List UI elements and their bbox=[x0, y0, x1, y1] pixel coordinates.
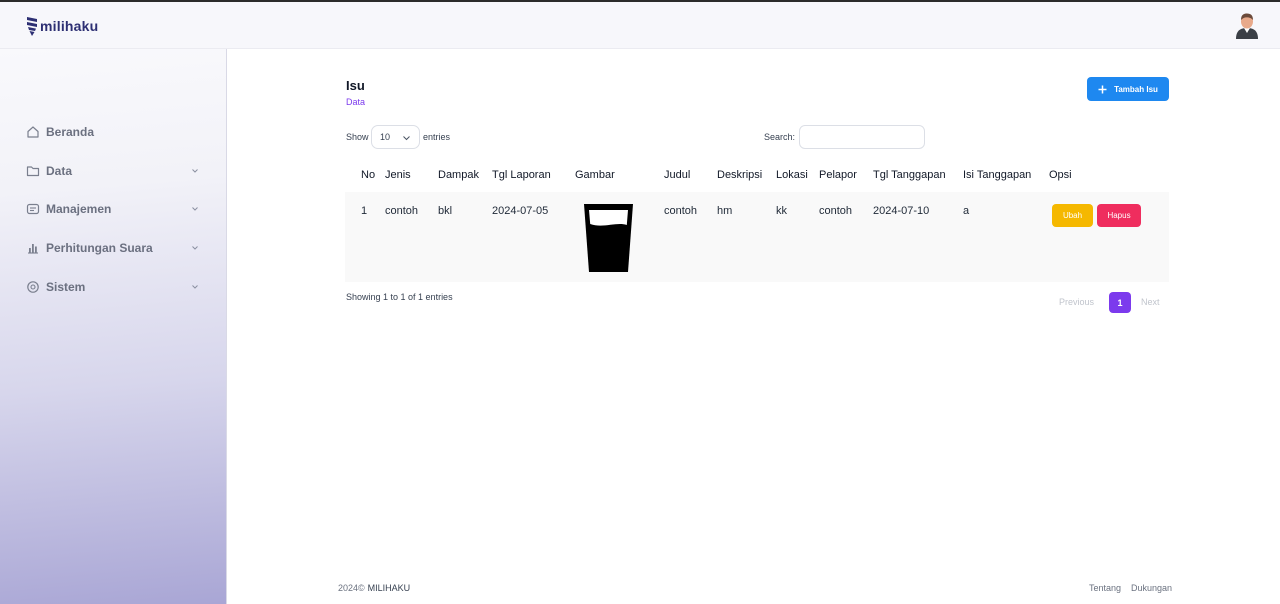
cell-tgl-laporan: 2024-07-05 bbox=[492, 205, 549, 217]
column-header[interactable]: Tgl Tanggapan bbox=[873, 169, 946, 181]
sidebar-item-beranda[interactable]: Beranda bbox=[26, 122, 206, 142]
top-navbar: milihaku bbox=[0, 2, 1280, 49]
delete-button[interactable]: Hapus bbox=[1097, 204, 1141, 227]
brand-logo[interactable]: milihaku bbox=[27, 14, 98, 38]
footer-link-dukungan[interactable]: Dukungan bbox=[1131, 583, 1172, 593]
column-header[interactable]: Gambar bbox=[575, 169, 615, 181]
chevron-down-icon bbox=[192, 169, 198, 173]
footer-copyright: 2024© MILIHAKU bbox=[338, 583, 410, 593]
sidebar-item-label: Perhitungan Suara bbox=[46, 241, 153, 255]
column-header[interactable]: Dampak bbox=[438, 169, 479, 181]
table-row-background bbox=[345, 192, 1169, 282]
pagination-next[interactable]: Next bbox=[1141, 297, 1160, 307]
chevron-down-icon bbox=[192, 285, 198, 289]
sidebar-item-label: Beranda bbox=[46, 125, 95, 139]
id-card-icon bbox=[26, 202, 40, 216]
column-header[interactable]: No bbox=[361, 169, 375, 181]
bar-chart-icon bbox=[26, 241, 40, 255]
entries-label: entries bbox=[423, 132, 451, 142]
cell-lokasi: kk bbox=[776, 205, 787, 217]
plus-icon bbox=[1098, 85, 1107, 93]
folder-icon bbox=[26, 164, 40, 178]
footer-link-tentang[interactable]: Tentang bbox=[1089, 583, 1121, 593]
page-title: Isu bbox=[346, 78, 365, 93]
chevron-down-icon bbox=[192, 246, 198, 250]
home-icon bbox=[26, 125, 40, 139]
column-header[interactable]: Tgl Laporan bbox=[492, 169, 551, 181]
cell-dampak: bkl bbox=[438, 205, 453, 217]
entries-length-select[interactable]: 10 bbox=[371, 125, 420, 149]
user-avatar-icon[interactable] bbox=[1233, 11, 1261, 39]
pagination-page-current[interactable]: 1 bbox=[1109, 292, 1131, 313]
table-info: Showing 1 to 1 of 1 entries bbox=[346, 292, 453, 302]
edit-button[interactable]: Ubah bbox=[1052, 204, 1093, 227]
copyright-year: 2024© bbox=[338, 583, 365, 593]
sidebar: Beranda Data Manajemen Perhitungan Suara… bbox=[0, 49, 227, 604]
cell-no: 1 bbox=[361, 205, 368, 217]
cell-tgl-tanggapan: 2024-07-10 bbox=[873, 205, 930, 217]
add-issue-button[interactable]: Tambah Isu bbox=[1087, 77, 1169, 101]
chevron-down-icon bbox=[403, 136, 410, 141]
search-label: Search: bbox=[764, 132, 796, 142]
cell-jenis: contoh bbox=[385, 205, 419, 217]
footer-brand: MILIHAKU bbox=[367, 583, 411, 593]
search-input[interactable] bbox=[799, 125, 925, 149]
column-header[interactable]: Judul bbox=[664, 169, 690, 181]
cell-deskripsi: hm bbox=[717, 205, 733, 217]
breadcrumb[interactable]: Data bbox=[346, 97, 365, 107]
sidebar-item-label: Sistem bbox=[46, 280, 86, 294]
chevron-down-icon bbox=[192, 207, 198, 211]
pagination-previous[interactable]: Previous bbox=[1059, 297, 1094, 307]
settings-icon bbox=[26, 280, 40, 294]
cell-isi-tanggapan: a bbox=[963, 205, 970, 217]
sidebar-item-manajemen[interactable]: Manajemen bbox=[26, 199, 206, 219]
column-header[interactable]: Opsi bbox=[1049, 169, 1072, 181]
entries-length-value: 10 bbox=[380, 132, 391, 142]
sidebar-item-label: Data bbox=[46, 164, 73, 178]
column-header[interactable]: Isi Tanggapan bbox=[963, 169, 1031, 181]
sidebar-item-perhitungan-suara[interactable]: Perhitungan Suara bbox=[26, 238, 206, 258]
column-header[interactable]: Pelapor bbox=[819, 169, 857, 181]
cell-pelapor: contoh bbox=[819, 205, 853, 217]
column-header[interactable]: Deskripsi bbox=[717, 169, 762, 181]
brand-mark-icon bbox=[27, 17, 37, 36]
brand-name: milihaku bbox=[40, 18, 99, 34]
column-header[interactable]: Lokasi bbox=[776, 169, 808, 181]
show-label: Show bbox=[346, 132, 369, 142]
glass-icon[interactable] bbox=[583, 203, 634, 273]
cell-judul: contoh bbox=[664, 205, 698, 217]
column-header[interactable]: Jenis bbox=[385, 169, 411, 181]
sidebar-item-sistem[interactable]: Sistem bbox=[26, 277, 206, 297]
add-issue-label: Tambah Isu bbox=[1114, 84, 1158, 94]
sidebar-item-data[interactable]: Data bbox=[26, 161, 206, 181]
sidebar-item-label: Manajemen bbox=[46, 202, 112, 216]
